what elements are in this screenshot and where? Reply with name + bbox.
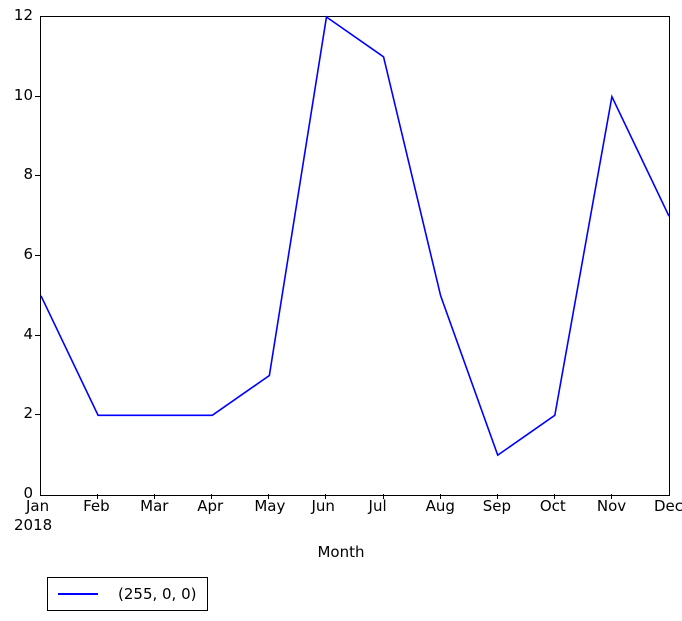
x-tick-label: Apr <box>197 497 224 515</box>
x-tick-label: Jan <box>26 497 50 515</box>
x-tick-label: Dec <box>654 497 682 515</box>
y-tick-label: 6 <box>23 245 33 263</box>
x-tick-label: Mar <box>140 497 169 515</box>
y-tick-label: 2 <box>23 404 33 423</box>
x-tick-label: May <box>254 497 286 515</box>
chart-legend[interactable]: (255, 0, 0) <box>47 577 208 611</box>
x-axis-title: Month <box>317 543 365 561</box>
figure-canvas: 0 2 4 6 8 10 12 Jan Feb Mar Apr May Jun Jul Aug Sep Oct… <box>0 0 682 621</box>
legend-entry-label: (255, 0, 0) <box>118 584 197 603</box>
data-line-series-0 <box>40 15 670 457</box>
x-tick-label: Jul <box>368 497 387 515</box>
legend-line-swatch-icon <box>56 588 100 600</box>
y-tick-label: 8 <box>23 165 33 184</box>
y-tick-label: 12 <box>13 6 33 24</box>
x-tick-label: Nov <box>596 497 627 515</box>
plot-area <box>40 15 670 496</box>
x-tick-label: Sep <box>482 497 511 515</box>
x-tick-label: Oct <box>539 497 566 515</box>
y-tick-label: 4 <box>23 324 33 343</box>
y-tick-label: 10 <box>13 85 33 104</box>
x-tick-label: Jun <box>311 497 335 515</box>
line-series-svg <box>40 15 670 457</box>
x-axis-year-label: 2018 <box>14 516 53 534</box>
x-tick-label: Feb <box>83 497 110 515</box>
x-tick-label: Aug <box>425 497 455 515</box>
